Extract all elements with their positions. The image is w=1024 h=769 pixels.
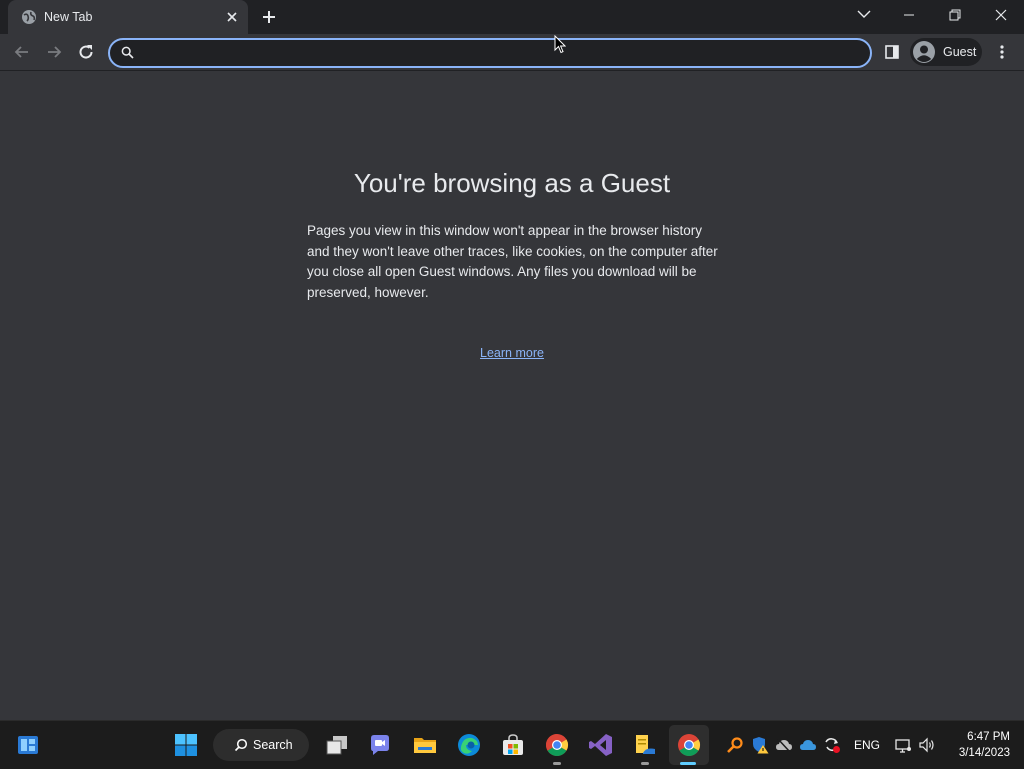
more-menu-icon[interactable] [996,44,1008,60]
widgets-icon [18,736,38,754]
task-view-icon [326,736,347,755]
chrome-icon [546,734,568,756]
minimize-icon [904,14,914,16]
title-bar: New Tab [0,0,1024,34]
clock[interactable]: 6:47 PM 3/14/2023 [944,729,1010,761]
taskbar: Search ENG 6:47 PM 3/14/2023 [0,720,1024,769]
windows-start-icon [175,734,197,756]
reload-icon[interactable] [76,42,96,62]
volume-icon[interactable] [918,736,936,754]
guest-avatar-icon [913,41,935,63]
learn-more-link[interactable]: Learn more [480,346,544,360]
network-icon[interactable] [894,736,912,754]
file-explorer-button[interactable] [409,729,441,761]
side-panel-icon[interactable] [884,44,900,60]
edge-button[interactable] [453,729,485,761]
guest-description: Pages you view in this window won't appe… [307,223,718,301]
chrome-button[interactable] [541,729,573,761]
notepad-app-button[interactable] [629,729,661,761]
restore-icon [949,9,961,21]
clock-date: 3/14/2023 [958,747,1010,759]
task-view-button[interactable] [321,729,353,761]
search-icon [121,46,134,59]
chrome-active-button[interactable] [669,725,709,765]
learn-more-container: Learn more [0,346,1024,360]
new-tab-icon[interactable] [260,8,278,26]
chrome-active-icon [678,734,700,756]
close-window-button[interactable] [978,0,1024,30]
tab-search-chevron-icon[interactable] [856,8,872,20]
clock-time: 6:47 PM [967,731,1010,743]
start-button[interactable] [170,729,202,761]
edge-icon [458,734,480,756]
chrome-active-indicator [680,762,696,765]
language-indicator[interactable]: ENG [854,738,880,752]
chrome-running-indicator [553,762,561,765]
profile-label: Guest [943,45,977,59]
restore-button[interactable] [932,0,978,30]
close-tab-icon[interactable] [224,9,240,25]
back-arrow-icon[interactable] [12,42,32,62]
notepad-running-indicator [641,762,649,765]
visual-studio-icon [589,734,612,756]
search-label: Search [253,738,293,752]
security-warning-icon[interactable] [751,736,769,754]
minimize-button[interactable] [886,0,932,30]
close-window-icon [995,9,1007,21]
taskbar-search[interactable]: Search [213,729,309,761]
tab-new-tab[interactable]: New Tab [8,0,248,34]
profile-button[interactable]: Guest [910,38,982,66]
forward-arrow-icon[interactable] [44,42,64,62]
globe-icon [22,10,36,24]
onedrive-icon[interactable] [799,736,817,754]
search-icon [234,738,248,752]
guest-page: You're browsing as a Guest Pages you vie… [0,71,1024,720]
notepad-icon [636,735,655,754]
teams-chat-button[interactable] [364,729,396,761]
mouse-pointer-icon [554,35,566,54]
visual-studio-button[interactable] [585,729,617,761]
browser-toolbar: Guest [0,34,1024,71]
folder-icon [414,738,436,753]
page-title: You're browsing as a Guest [353,168,671,198]
address-input[interactable] [140,43,864,65]
onedrive-offline-icon[interactable] [775,736,793,754]
widgets-button[interactable] [12,729,44,761]
tab-title: New Tab [44,10,93,24]
address-bar[interactable] [108,38,872,68]
search-tool-icon[interactable] [726,736,744,754]
sync-error-icon[interactable] [823,736,841,754]
store-icon [503,734,523,755]
microsoft-store-button[interactable] [497,729,529,761]
teams-chat-icon [371,735,389,755]
